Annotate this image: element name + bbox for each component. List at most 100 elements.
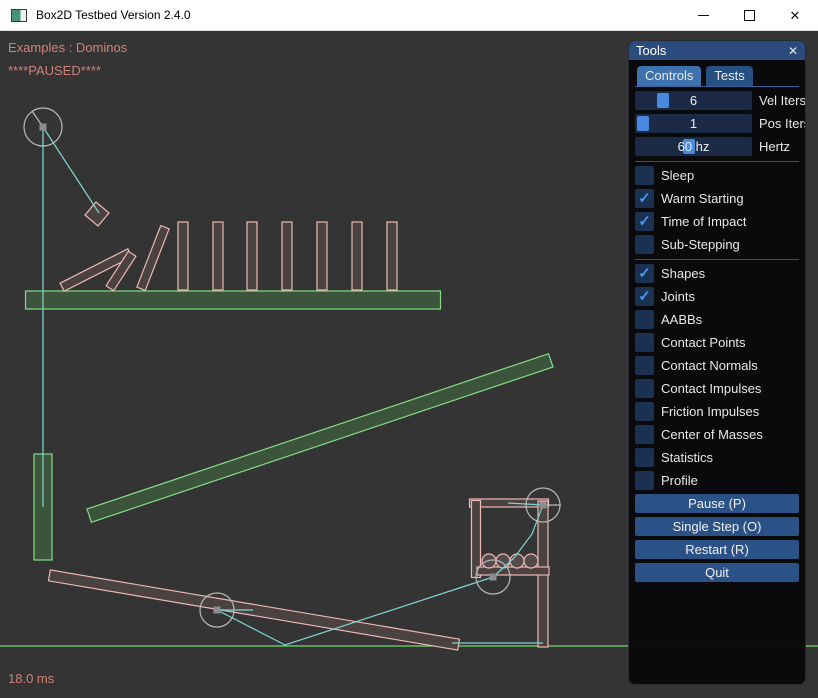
domino: [387, 222, 397, 290]
close-button[interactable]: ✕: [772, 0, 818, 31]
seesaw-plank: [48, 570, 459, 650]
checkbox-row-contact-impulses: Contact Impulses: [635, 379, 799, 398]
checkbox-friction-impulses[interactable]: [635, 402, 654, 421]
check-icon: ✓: [638, 214, 651, 229]
slider-pos-iters[interactable]: 1: [635, 114, 752, 133]
checkbox-joints[interactable]: ✓: [635, 287, 654, 306]
slider-hertz[interactable]: 60 hz: [635, 137, 752, 156]
maximize-icon: [744, 10, 755, 21]
checkbox-row-contact-points: Contact Points: [635, 333, 799, 352]
pause-button[interactable]: Pause (P): [635, 494, 799, 513]
checkbox-shapes[interactable]: ✓: [635, 264, 654, 283]
checkbox-row-sleep: Sleep: [635, 166, 799, 185]
checkbox-label: Shapes: [661, 266, 705, 281]
check-icon: ✓: [638, 266, 651, 281]
checkbox-sub-stepping[interactable]: [635, 235, 654, 254]
checkbox-profile[interactable]: [635, 471, 654, 490]
checkbox-label: Friction Impulses: [661, 404, 759, 419]
checkbox-label: Contact Impulses: [661, 381, 761, 396]
slider-label: Hertz: [759, 139, 790, 154]
quit-button[interactable]: Quit: [635, 563, 799, 582]
app-icon: [11, 9, 27, 22]
checkbox-row-center-of-masses: Center of Masses: [635, 425, 799, 444]
pendulum-bob: [85, 202, 109, 226]
joint-anchor: [490, 574, 497, 581]
slider-row-pos-iters: 1Pos Iters: [635, 114, 799, 133]
checkbox-label: Time of Impact: [661, 214, 746, 229]
domino: [213, 222, 223, 290]
check-icon: ✓: [638, 289, 651, 304]
tools-panel-title: Tools: [636, 43, 666, 58]
checkbox-label: Profile: [661, 473, 698, 488]
slider-value: 1: [635, 114, 752, 133]
domino: [282, 222, 292, 290]
paused-label: ****PAUSED****: [8, 63, 101, 78]
checkbox-row-time-of-impact: ✓ Time of Impact: [635, 212, 799, 231]
domino: [352, 222, 362, 290]
checkbox-label: Sub-Stepping: [661, 237, 740, 252]
checkbox-row-friction-impulses: Friction Impulses: [635, 402, 799, 421]
close-icon: ✕: [790, 9, 801, 22]
fallen-domino: [137, 226, 169, 291]
minimize-button[interactable]: [680, 0, 726, 31]
checkbox-label: Warm Starting: [661, 191, 744, 206]
checkbox-row-shapes: ✓ Shapes: [635, 264, 799, 283]
tabbar: ControlsTests: [635, 64, 799, 87]
checkbox-label: Sleep: [661, 168, 694, 183]
checkbox-label: Contact Normals: [661, 358, 758, 373]
checkbox-center-of-masses[interactable]: [635, 425, 654, 444]
window-title: Box2D Testbed Version 2.4.0: [36, 8, 191, 22]
domino: [247, 222, 257, 290]
ramp: [87, 354, 553, 523]
pulley-rope: [43, 127, 99, 213]
slider-label: Vel Iters: [759, 93, 806, 108]
frame-left-bar: [472, 501, 481, 578]
checkbox-contact-points[interactable]: [635, 333, 654, 352]
tools-panel-titlebar[interactable]: Tools ✕: [629, 41, 805, 60]
tab-tests[interactable]: Tests: [706, 66, 752, 86]
joint-anchor: [540, 502, 547, 509]
controls-content: 6Vel Iters 1Pos Iters 60 hz Hertz Sleep ✓ Warm…: [635, 91, 799, 582]
check-icon: ✓: [638, 191, 651, 206]
checkbox-row-aabbs: AABBs: [635, 310, 799, 329]
maximize-button[interactable]: [726, 0, 772, 31]
checkbox-row-sub-stepping: Sub-Stepping: [635, 235, 799, 254]
separator: [635, 259, 799, 260]
checkbox-contact-normals[interactable]: [635, 356, 654, 375]
restart-button[interactable]: Restart (R): [635, 540, 799, 559]
checkbox-row-joints: ✓ Joints: [635, 287, 799, 306]
checkbox-row-warm-starting: ✓ Warm Starting: [635, 189, 799, 208]
minimize-icon: [698, 15, 709, 16]
joint-anchor: [40, 124, 47, 131]
single-step-button[interactable]: Single Step (O): [635, 517, 799, 536]
checkbox-label: Joints: [661, 289, 695, 304]
tools-panel: Tools ✕ ControlsTests 6Vel Iters1Pos Ite…: [628, 40, 806, 685]
slider-row-hertz: 60 hz Hertz: [635, 137, 799, 156]
checkbox-aabbs[interactable]: [635, 310, 654, 329]
tools-panel-body: ControlsTests 6Vel Iters1Pos Iters60 hzH…: [629, 60, 805, 582]
checkbox-label: Statistics: [661, 450, 713, 465]
checkbox-sleep[interactable]: [635, 166, 654, 185]
checkbox-statistics[interactable]: [635, 448, 654, 467]
tab-controls[interactable]: Controls: [637, 66, 701, 86]
slider-value: 60 hz: [635, 137, 752, 156]
app-window: Box2D Testbed Version 2.4.0 ✕ Examples :…: [0, 0, 818, 698]
checkbox-warm-starting[interactable]: ✓: [635, 189, 654, 208]
slider-label: Pos Iters: [759, 116, 806, 131]
checkbox-label: AABBs: [661, 312, 702, 327]
checkbox-row-statistics: Statistics: [635, 448, 799, 467]
checkbox-row-contact-normals: Contact Normals: [635, 356, 799, 375]
domino: [317, 222, 327, 290]
checkbox-contact-impulses[interactable]: [635, 379, 654, 398]
ball: [524, 554, 538, 568]
joint-anchor: [214, 607, 221, 614]
slider-row-vel-iters: 6Vel Iters: [635, 91, 799, 110]
checkbox-time-of-impact[interactable]: ✓: [635, 212, 654, 231]
checkbox-row-profile: Profile: [635, 471, 799, 490]
checkbox-label: Center of Masses: [661, 427, 763, 442]
separator: [635, 161, 799, 162]
domino: [178, 222, 188, 290]
tools-close-icon[interactable]: ✕: [788, 45, 798, 57]
slider-vel-iters[interactable]: 6: [635, 91, 752, 110]
checkbox-label: Contact Points: [661, 335, 746, 350]
